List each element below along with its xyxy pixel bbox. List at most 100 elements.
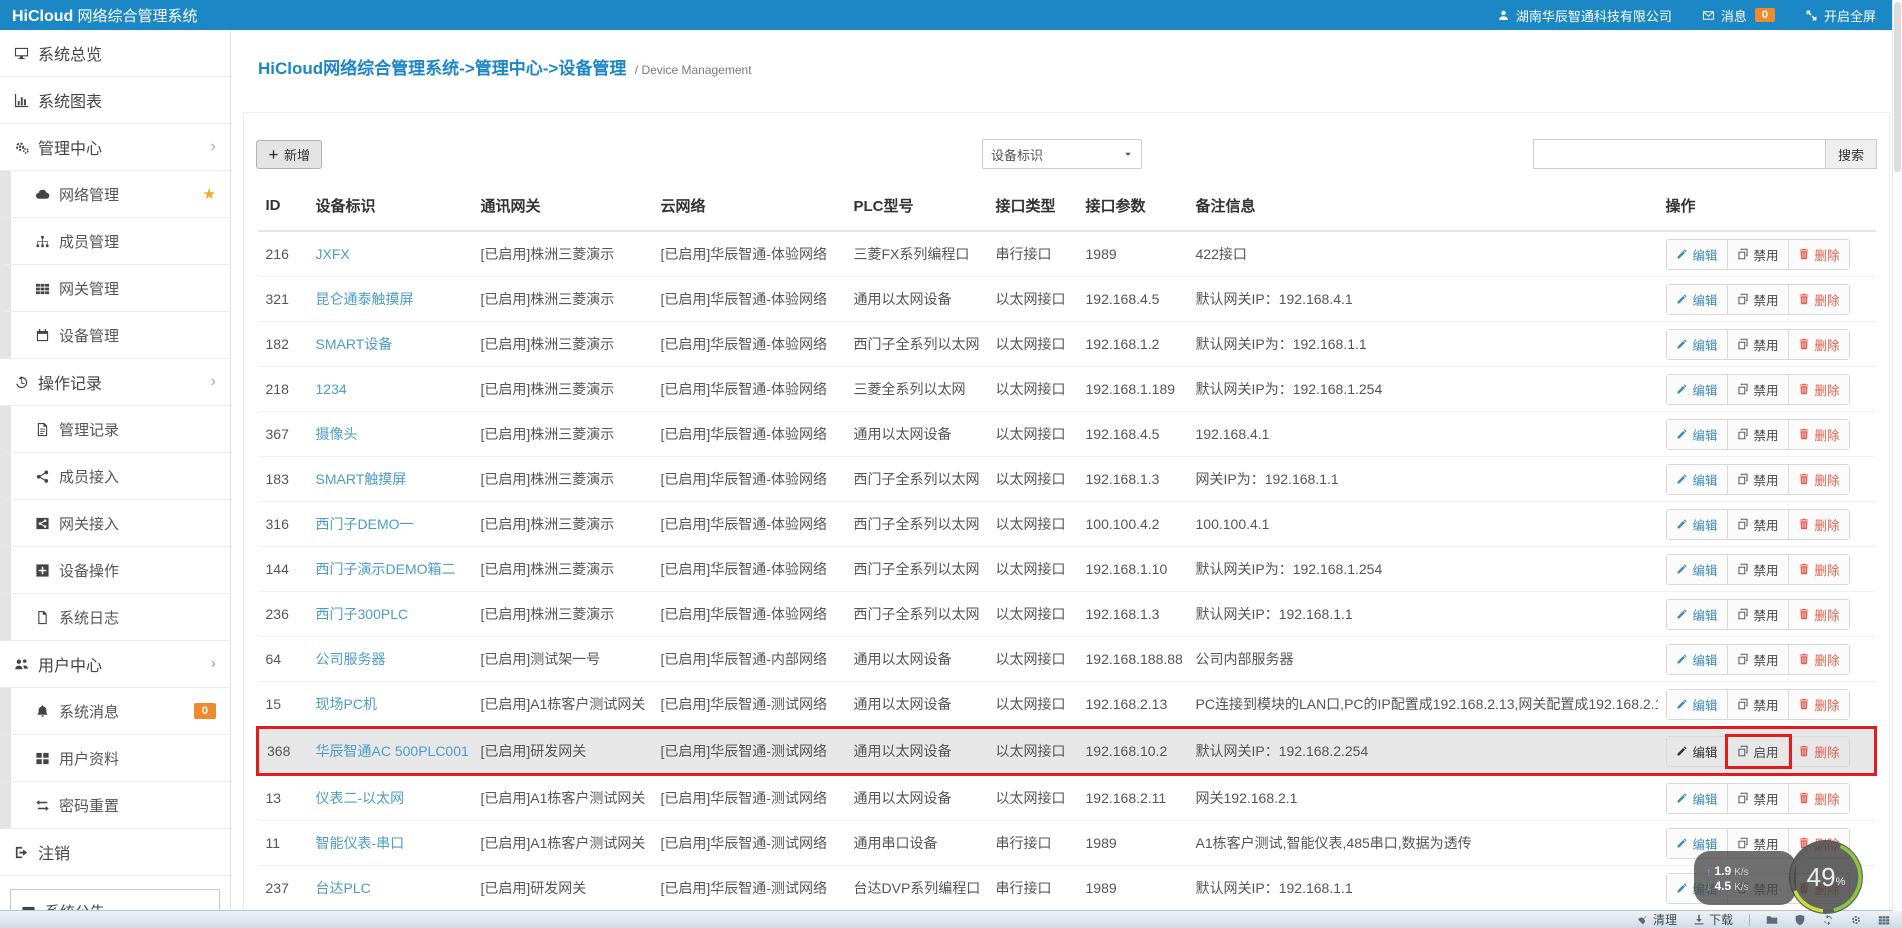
folder-icon[interactable] [1766,914,1778,926]
disable-button[interactable]: 禁用 [1727,464,1789,494]
enable-button[interactable]: 启用 [1727,736,1789,766]
disable-button[interactable]: 禁用 [1727,419,1789,449]
edit-button[interactable]: 编辑 [1666,509,1728,539]
edit-button[interactable]: 编辑 [1666,689,1728,719]
sidebar-item-label: 网关接入 [59,515,120,533]
sidebar-item-gateway-access[interactable]: 网关接入 [0,500,230,547]
sidebar-item-operation-records[interactable]: 操作记录 › [0,359,230,406]
edit-button[interactable]: 编辑 [1666,464,1728,494]
app-title[interactable]: HiCloud 网络综合管理系统 [0,5,198,26]
search-button[interactable]: 搜索 [1824,139,1877,169]
fullscreen-button[interactable]: 开启全屏 [1805,6,1876,25]
edit-button[interactable]: 编辑 [1666,239,1728,269]
sidebar-item-device-management[interactable]: 设备管理 [0,312,230,359]
device-name-link[interactable]: 昆仑通泰触摸屏 [316,291,414,307]
edit-button[interactable]: 编辑 [1666,599,1728,629]
sidebar-item-system-charts[interactable]: 系统图表 [0,77,230,124]
search-input[interactable] [1532,139,1825,169]
delete-button[interactable]: 删除 [1788,284,1849,314]
network-cell: [已启用]华辰智通-体验网络 [652,276,846,322]
download-shortcut[interactable]: 下载 [1693,911,1733,928]
device-name-link[interactable]: SMART触摸屏 [316,471,407,487]
note-cell: A1栋客户测试,智能仪表,485串口,数据为透传 [1187,820,1658,866]
delete-button[interactable]: 删除 [1788,509,1849,539]
edit-button-label: 编辑 [1692,837,1718,852]
filter-dropdown[interactable]: 设备标识 [982,139,1143,169]
sidebar-item-logout[interactable]: 注销 [0,829,230,876]
sidebar-item-device-operations[interactable]: 设备操作 [0,547,230,594]
edit-button[interactable]: 编辑 [1666,329,1728,359]
sidebar-item-member-management[interactable]: 成员管理 [0,218,230,265]
clone-icon [1737,837,1749,849]
device-name-link[interactable]: 智能仪表-串口 [316,835,405,851]
scrollbar-thumb[interactable] [1894,2,1901,172]
disable-button[interactable]: 禁用 [1727,284,1789,314]
edit-button[interactable]: 编辑 [1666,284,1728,314]
sidebar-item-label: 注销 [38,846,71,863]
edit-button[interactable]: 编辑 [1666,374,1728,404]
param-cell: 192.168.2.11 [1077,774,1188,821]
device-name-link[interactable]: 西门子演示DEMO箱二 [316,561,456,577]
sidebar-item-user-center[interactable]: 用户中心 › [0,641,230,688]
messages-menu[interactable]: 消息 0 [1702,6,1775,25]
edit-button[interactable]: 编辑 [1666,419,1728,449]
edit-button[interactable]: 编辑 [1666,554,1728,584]
performance-gauge[interactable]: 49 % [1787,838,1865,916]
sidebar-item-password-reset[interactable]: 密码重置 [0,782,230,829]
apps-icon[interactable] [1878,914,1890,926]
disable-button[interactable]: 禁用 [1727,599,1789,629]
device-name-link[interactable]: 西门子300PLC [316,606,409,622]
delete-button[interactable]: 删除 [1788,419,1849,449]
disable-button[interactable]: 禁用 [1727,689,1789,719]
disable-button[interactable]: 禁用 [1727,554,1789,584]
delete-button[interactable]: 删除 [1788,554,1849,584]
device-name-link[interactable]: 西门子DEMO一 [316,516,414,532]
device-name-link[interactable]: JXFX [316,246,350,262]
edit-button[interactable]: 编辑 [1666,644,1728,674]
actions-cell: 编辑 禁用 删除 [1657,546,1876,592]
sidebar-item-user-profile[interactable]: 用户资料 [0,735,230,782]
clean-shortcut[interactable]: 清理 [1637,911,1677,928]
device-name-link[interactable]: 现场PC机 [316,696,377,712]
delete-button[interactable]: 删除 [1788,464,1849,494]
device-name-link[interactable]: 摄像头 [316,426,358,442]
sidebar-item-system-messages[interactable]: 系统消息 0 [0,688,230,735]
sidebar-item-gateway-management[interactable]: 网关管理 [0,265,230,312]
delete-button[interactable]: 删除 [1788,689,1849,719]
delete-button[interactable]: 删除 [1788,599,1849,629]
delete-button[interactable]: 删除 [1788,783,1849,813]
disable-button[interactable]: 禁用 [1727,239,1789,269]
envelope-icon [1702,9,1715,22]
sidebar-item-management-records[interactable]: 管理记录 [0,406,230,453]
browser-bottom-bar: 清理 下载 [0,910,1902,928]
sidebar-item-management-center[interactable]: 管理中心 › [0,124,230,171]
sidebar-item-member-access[interactable]: 成员接入 [0,453,230,500]
delete-button[interactable]: 删除 [1788,736,1849,766]
sidebar-item-system-logs[interactable]: 系统日志 [0,594,230,641]
column-header: PLC型号 [845,187,988,232]
sidebar-item-system-overview[interactable]: 系统总览 [0,30,230,77]
add-device-button[interactable]: 新增 [256,139,323,169]
delete-button[interactable]: 删除 [1788,644,1849,674]
scrollbar[interactable] [1892,0,1902,911]
disable-button[interactable]: 禁用 [1727,374,1789,404]
edit-button[interactable]: 编辑 [1666,736,1728,766]
disable-button[interactable]: 禁用 [1727,509,1789,539]
sidebar-item-label: 系统总览 [38,47,103,64]
delete-button[interactable]: 删除 [1788,239,1849,269]
disable-button[interactable]: 禁用 [1727,329,1789,359]
device-name-link[interactable]: 华辰智通AC 500PLC001 [316,743,469,759]
delete-button[interactable]: 删除 [1788,374,1849,404]
delete-button[interactable]: 删除 [1788,329,1849,359]
device-name-link[interactable]: SMART设备 [316,336,393,352]
disable-button[interactable]: 禁用 [1727,644,1789,674]
edit-button[interactable]: 编辑 [1666,783,1728,813]
device-name-link[interactable]: 1234 [316,381,347,397]
company-menu[interactable]: 湖南华辰智通科技有限公司 [1497,6,1672,25]
disable-button[interactable]: 禁用 [1727,783,1789,813]
pencil-icon [1676,837,1688,849]
sidebar-item-network-management[interactable]: 网络管理 ★ [0,171,230,218]
device-name-link[interactable]: 公司服务器 [316,651,386,667]
device-name-link[interactable]: 仪表二-以太网 [316,790,405,806]
device-name-link[interactable]: 台达PLC [316,880,371,896]
